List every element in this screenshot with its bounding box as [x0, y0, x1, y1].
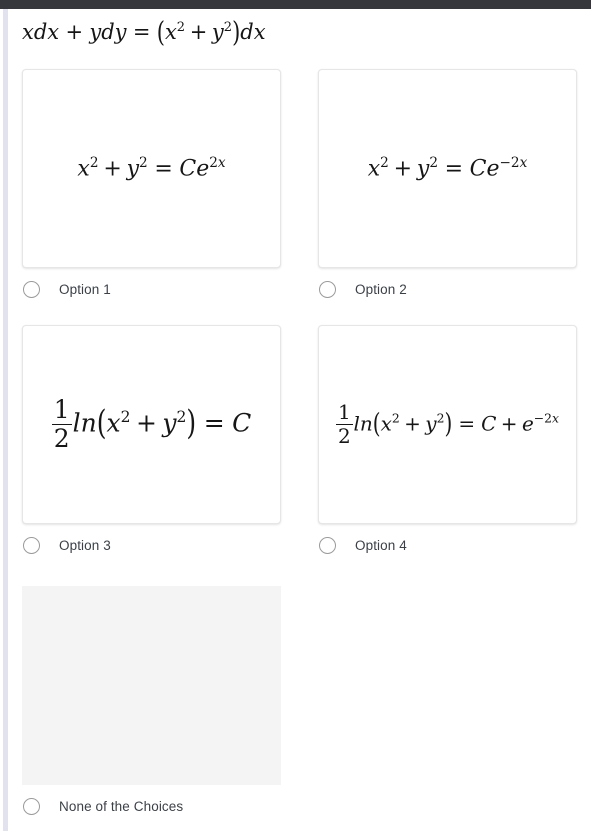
- none-of-the-choices-blank-card: [22, 586, 281, 785]
- radio-icon-option-4[interactable]: [319, 536, 336, 554]
- option-1-equation: x2 + y2 = Ce2x: [77, 154, 226, 182]
- option-cell-none: None of the Choices: [22, 586, 281, 817]
- option-cell-4: 1 2 ln(x2 + y2) = C + e−2x Option 4: [318, 325, 577, 556]
- options-row-3: None of the Choices: [8, 586, 591, 826]
- option-cell-2: x2 + y2 = Ce−2x Option 2: [318, 69, 577, 300]
- option-none-label: None of the Choices: [59, 798, 184, 814]
- radio-icon-option-none[interactable]: [23, 797, 40, 815]
- option-2-equation: x2 + y2 = Ce−2x: [367, 154, 528, 182]
- option-4-equation: 1 2 ln(x2 + y2) = C + e−2x: [335, 400, 560, 448]
- option-cell-3: 1 2 ln(x2 + y2) = C Option 3: [22, 325, 281, 556]
- option-cell-1: x2 + y2 = Ce2x Option 1: [22, 69, 281, 300]
- options-row-2: 1 2 ln(x2 + y2) = C Option 3 1 2 ln(x2 + y2) = C + e−2…: [8, 325, 591, 580]
- option-3-equation: 1 2 ln(x2 + y2) = C: [51, 395, 252, 453]
- answer-options-grid: x2 + y2 = Ce2x Option 1 x2 + y2 = Ce−2x Option 2: [8, 69, 591, 826]
- option-1-radio-row[interactable]: Option 1: [22, 278, 281, 300]
- radio-icon-option-2[interactable]: [319, 280, 336, 298]
- question-equation: xdx + ydy = (x2 + y2)dx: [22, 15, 266, 49]
- question-page: xdx + ydy = (x2 + y2)dx x2 + y2 = Ce2x Option 1: [8, 9, 591, 831]
- option-2-radio-row[interactable]: Option 2: [318, 278, 577, 300]
- radio-icon-option-1[interactable]: [23, 280, 40, 298]
- option-2-equation-card: x2 + y2 = Ce−2x: [318, 69, 577, 268]
- option-3-radio-row[interactable]: Option 3: [22, 534, 281, 556]
- option-3-label: Option 3: [59, 537, 111, 553]
- option-2-label: Option 2: [355, 281, 407, 297]
- option-4-equation-card: 1 2 ln(x2 + y2) = C + e−2x: [318, 325, 577, 524]
- option-none-radio-row[interactable]: None of the Choices: [22, 795, 281, 817]
- radio-icon-option-3[interactable]: [23, 536, 40, 554]
- option-1-equation-card: x2 + y2 = Ce2x: [22, 69, 281, 268]
- option-4-radio-row[interactable]: Option 4: [318, 534, 577, 556]
- option-3-equation-card: 1 2 ln(x2 + y2) = C: [22, 325, 281, 524]
- top-chrome-bar: [0, 0, 591, 9]
- option-4-label: Option 4: [355, 537, 407, 553]
- options-row-1: x2 + y2 = Ce2x Option 1 x2 + y2 = Ce−2x Option 2: [8, 69, 591, 319]
- option-1-label: Option 1: [59, 281, 111, 297]
